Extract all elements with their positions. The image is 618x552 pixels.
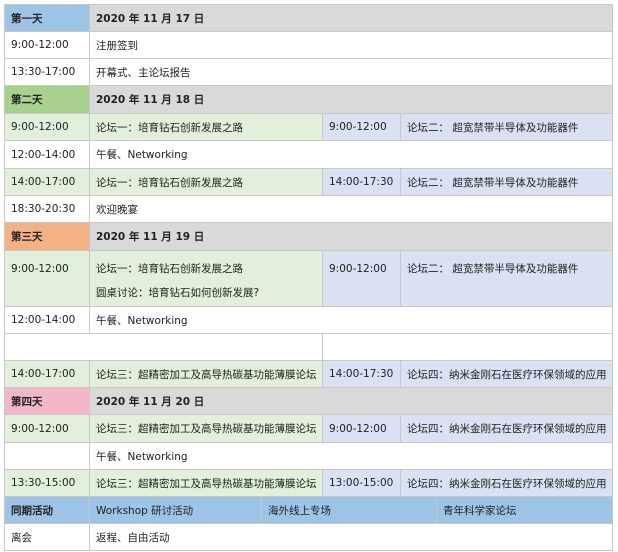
forum-text: 论坛一：培育钻石创新发展之路 [96, 263, 243, 275]
empty-cell [323, 334, 613, 361]
day-label: 第一天 [4, 4, 90, 32]
forum-cell: 论坛一：培育钻石创新发展之路 圆桌讨论：培育钻石如何创新发展? [90, 251, 323, 307]
concurrent-events-row: 同期活动 Workshop 研讨活动 海外线上专场 青年科学家论坛 [4, 497, 613, 524]
table-row: 18:30-20:30 欢迎晚宴 [4, 196, 613, 223]
day-header-row: 第四天 2020 年 11 月 20 日 [4, 388, 613, 415]
forum-cell: 论坛四：纳米金刚石在医疗环保领域的应用 [401, 415, 613, 443]
table-row: 13:30-15:00 论坛三：超精密加工及高导热碳基功能薄膜论坛 13:00-… [4, 470, 613, 497]
day-date: 2020 年 11 月 18 日 [90, 86, 613, 114]
time-cell: 14:00-17:30 [323, 361, 401, 388]
forum-cell: 论坛二： 超宽禁带半导体及功能器件 [401, 251, 613, 307]
event-cell: 欢迎晚宴 [90, 196, 613, 223]
table-row: 9:00-12:00 注册签到 [4, 32, 613, 59]
time-cell: 9:00-12:00 [323, 114, 401, 141]
time-cell: 9:00-12:00 [323, 415, 401, 443]
forum-cell: 论坛二： 超宽禁带半导体及功能器件 [401, 114, 613, 141]
forum-cell: 论坛四：纳米金刚石在医疗环保领域的应用 [401, 470, 613, 497]
day-header-row: 第二天 2020 年 11 月 18 日 [4, 86, 613, 114]
concurrent-event: 海外线上专场 [262, 497, 437, 524]
time-text: 9:00-12:00 [329, 263, 387, 275]
table-row: 9:00-12:00 论坛一：培育钻石创新发展之路 圆桌讨论：培育钻石如何创新发… [4, 251, 613, 307]
table-row: 午餐、Networking [4, 443, 613, 470]
time-cell: 14:00-17:00 [4, 169, 90, 196]
concurrent-event: Workshop 研讨活动 [90, 497, 262, 524]
empty-cell [4, 334, 323, 361]
day-header-row: 第三天 2020 年 11 月 19 日 [4, 223, 613, 251]
day-label: 第三天 [4, 223, 90, 251]
time-cell: 18:30-20:30 [4, 196, 90, 223]
spacer-row [4, 334, 613, 361]
day-date: 2020 年 11 月 17 日 [90, 4, 613, 32]
time-cell: 14:00-17:30 [323, 169, 401, 196]
forum-cell: 论坛三：超精密加工及高导热碳基功能薄膜论坛 [90, 415, 323, 443]
event-cell: 午餐、Networking [90, 141, 613, 169]
time-cell: 9:00-12:00 [4, 415, 90, 443]
day-date: 2020 年 11 月 20 日 [90, 388, 613, 415]
concurrent-label: 同期活动 [4, 497, 90, 524]
forum-cell: 论坛二： 超宽禁带半导体及功能器件 [401, 169, 613, 196]
forum-text: 论坛二： 超宽禁带半导体及功能器件 [407, 263, 579, 275]
departure-label: 离会 [4, 524, 90, 551]
time-cell: 12:00-14:00 [4, 307, 90, 334]
time-cell: 13:00-15:00 [323, 470, 401, 497]
concurrent-event: 青年科学家论坛 [437, 497, 613, 524]
time-cell: 13:30-17:00 [4, 59, 90, 86]
day-label: 第二天 [4, 86, 90, 114]
event-cell: 午餐、Networking [90, 307, 613, 334]
departure-row: 离会 返程、自由活动 [4, 524, 613, 551]
forum-cell: 论坛一：培育钻石创新发展之路 [90, 114, 323, 141]
event-cell: 返程、自由活动 [90, 524, 613, 551]
time-cell: 9:00-12:00 [4, 32, 90, 59]
time-cell: 13:30-15:00 [4, 470, 90, 497]
time-cell: 9:00-12:00 [323, 251, 401, 307]
table-row: 14:00-17:00 论坛一：培育钻石创新发展之路 14:00-17:30 论… [4, 169, 613, 196]
forum-cell: 论坛三：超精密加工及高导热碳基功能薄膜论坛 [90, 470, 323, 497]
event-cell: 午餐、Networking [90, 443, 613, 470]
time-cell: 9:00-12:00 [4, 114, 90, 141]
time-cell: 14:00-17:00 [4, 361, 90, 388]
table-row: 14:00-17:00 论坛三：超精密加工及高导热碳基功能薄膜论坛 14:00-… [4, 361, 613, 388]
roundtable-text: 圆桌讨论：培育钻石如何创新发展? [96, 287, 260, 299]
time-text: 9:00-12:00 [11, 263, 69, 275]
forum-cell: 论坛四：纳米金刚石在医疗环保领域的应用 [401, 361, 613, 388]
event-cell: 开幕式、主论坛报告 [90, 59, 613, 86]
time-cell [4, 443, 90, 470]
day-label: 第四天 [4, 388, 90, 415]
time-cell: 12:00-14:00 [4, 141, 90, 169]
event-cell: 注册签到 [90, 32, 613, 59]
table-row: 9:00-12:00 论坛一：培育钻石创新发展之路 9:00-12:00 论坛二… [4, 114, 613, 141]
table-row: 12:00-14:00 午餐、Networking [4, 141, 613, 169]
day-date: 2020 年 11 月 19 日 [90, 223, 613, 251]
table-row: 13:30-17:00 开幕式、主论坛报告 [4, 59, 613, 86]
table-row: 12:00-14:00 午餐、Networking [4, 307, 613, 334]
time-cell: 9:00-12:00 [4, 251, 90, 307]
forum-cell: 论坛一：培育钻石创新发展之路 [90, 169, 323, 196]
forum-cell: 论坛三：超精密加工及高导热碳基功能薄膜论坛 [90, 361, 323, 388]
day-header-row: 第一天 2020 年 11 月 17 日 [4, 4, 613, 32]
table-row: 9:00-12:00 论坛三：超精密加工及高导热碳基功能薄膜论坛 9:00-12… [4, 415, 613, 443]
